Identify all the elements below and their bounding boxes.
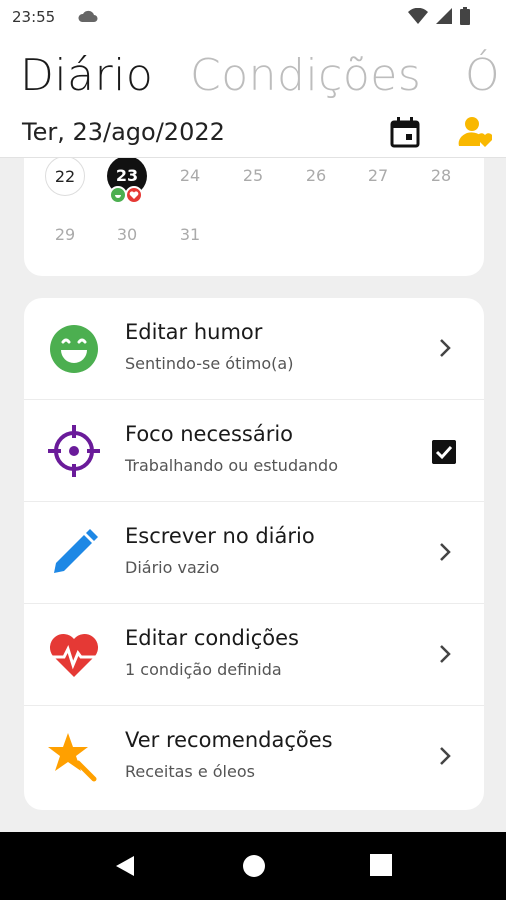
signal-icon [436, 8, 452, 24]
chevron-right-icon [440, 543, 451, 561]
happy-face-icon [50, 325, 98, 373]
pencil-icon [54, 529, 98, 573]
status-bar: 23:55 [0, 0, 506, 34]
menu-subtitle: Trabalhando ou estudando [125, 456, 338, 475]
calendar-day[interactable]: 31 [170, 215, 210, 255]
chevron-right-icon [440, 645, 451, 663]
star-wand-icon [48, 733, 97, 782]
calendar-card: 22 23 24 25 26 27 28 29 30 31 [24, 140, 484, 276]
recents-icon[interactable] [370, 854, 392, 876]
day-badges [109, 186, 143, 204]
menu-title: Editar condições [125, 626, 299, 650]
menu-subtitle: Diário vazio [125, 558, 220, 577]
menu-item-focus[interactable]: Foco necessário Trabalhando ou estudando [24, 400, 484, 502]
menu-title: Foco necessário [125, 422, 294, 446]
date-header: Ter, 23/ago/2022 [0, 112, 506, 158]
calendar-day[interactable]: 24 [170, 156, 210, 196]
tab-condicoes[interactable]: Condições [190, 50, 421, 101]
calendar-day[interactable]: 30 [107, 215, 147, 255]
menu-subtitle: Sentindo-se ótimo(a) [125, 354, 294, 373]
calendar-day[interactable]: 27 [358, 156, 398, 196]
menu-item-journal[interactable]: Escrever no diário Diário vazio [24, 502, 484, 604]
calendar-day[interactable]: 26 [296, 156, 336, 196]
action-menu: Editar humor Sentindo-se ótimo(a) Foco n… [24, 298, 484, 810]
user-health-icon[interactable] [458, 114, 492, 148]
calendar-day[interactable]: 22 [45, 156, 85, 196]
menu-title: Ver recomendações [125, 728, 333, 752]
tab-diario[interactable]: Diário [20, 50, 153, 101]
menu-title: Escrever no diário [125, 524, 315, 548]
chevron-right-icon [440, 339, 451, 357]
menu-subtitle: 1 condição definida [125, 660, 282, 679]
heart-badge-icon [125, 186, 143, 204]
menu-title: Editar humor [125, 320, 263, 344]
calendar-day[interactable]: 29 [45, 215, 85, 255]
status-time: 23:55 [12, 8, 56, 26]
calendar-day[interactable]: 25 [233, 156, 273, 196]
focus-checkbox[interactable] [432, 440, 456, 464]
calendar-day[interactable]: 28 [421, 156, 461, 196]
tab-next[interactable]: Ó [465, 50, 500, 101]
battery-icon [460, 7, 470, 25]
cloud-icon [78, 10, 98, 22]
status-icons [408, 7, 470, 25]
menu-item-conditions[interactable]: Editar condições 1 condição definida [24, 604, 484, 706]
home-icon[interactable] [242, 854, 266, 878]
system-nav-bar [0, 832, 506, 900]
top-tabs: Diário Condições Ó [0, 34, 506, 112]
crosshair-icon [48, 425, 100, 477]
back-icon[interactable] [114, 854, 136, 878]
heart-pulse-icon [49, 633, 99, 677]
current-date[interactable]: Ter, 23/ago/2022 [22, 118, 225, 146]
menu-item-recommendations[interactable]: Ver recomendações Receitas e óleos [24, 706, 484, 808]
menu-item-mood[interactable]: Editar humor Sentindo-se ótimo(a) [24, 298, 484, 400]
calendar-icon[interactable] [390, 116, 420, 148]
wifi-icon [408, 8, 428, 24]
menu-subtitle: Receitas e óleos [125, 762, 255, 781]
chevron-right-icon [440, 747, 451, 765]
